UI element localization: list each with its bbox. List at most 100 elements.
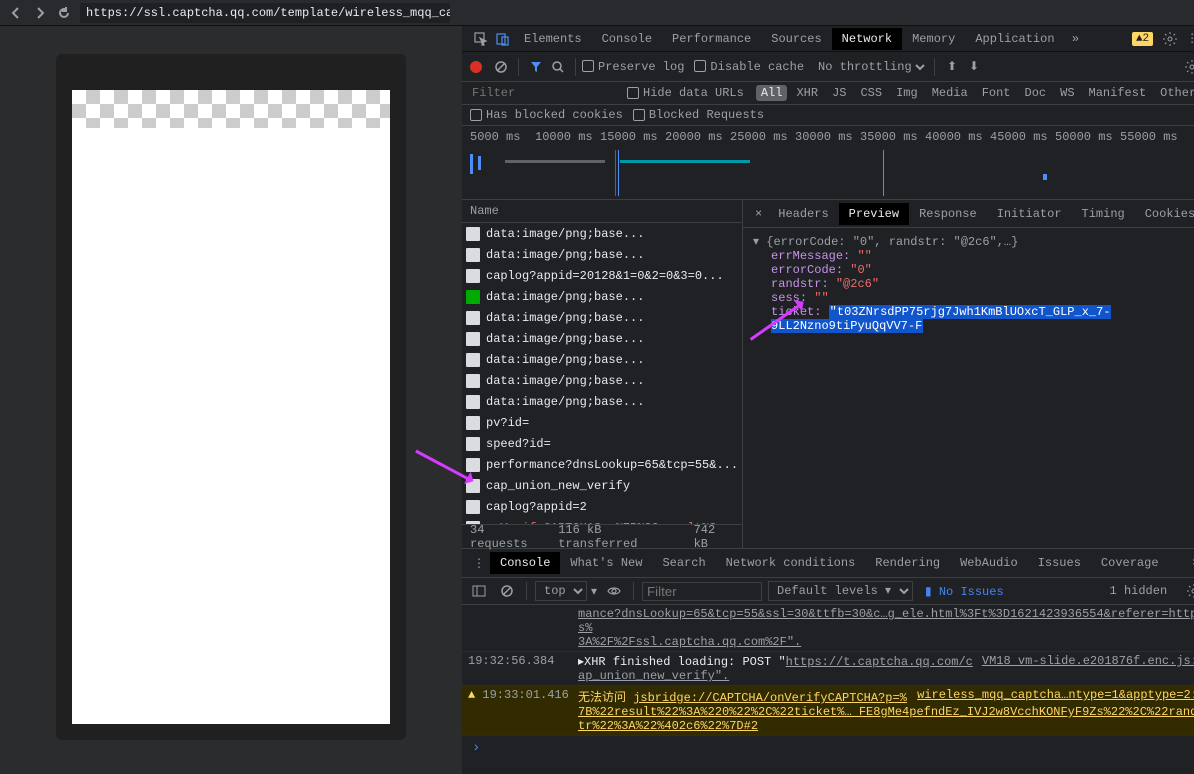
drawer-tab-console[interactable]: Console [490,552,560,574]
file-icon [466,479,480,493]
filter-other[interactable]: Other [1155,85,1194,101]
close-icon[interactable]: × [749,207,768,221]
file-icon [466,290,480,304]
network-timeline[interactable]: 5000 ms 10000 ms 15000 ms 20000 ms 25000… [462,126,1194,200]
warning-badge[interactable]: ▲2 [1132,32,1153,46]
filter-js[interactable]: JS [827,85,851,101]
inspect-icon[interactable] [470,28,492,50]
request-row[interactable]: data:image/png;base... [462,391,742,412]
filter-font[interactable]: Font [977,85,1016,101]
initiator-tab[interactable]: Initiator [987,203,1072,225]
filter-ws[interactable]: WS [1055,85,1079,101]
network-blocked-row: Has blocked cookies Blocked Requests [462,105,1194,126]
request-row[interactable]: performance?dnsLookup=65&tcp=55&... [462,454,742,475]
filter-media[interactable]: Media [927,85,973,101]
request-row[interactable]: data:image/png;base... [462,286,742,307]
request-row[interactable]: caplog?appid=20128&1=0&2=0&3=0... [462,265,742,286]
filter-doc[interactable]: Doc [1020,85,1052,101]
request-list-panel: Name data:image/png;base... data:image/p… [462,200,743,548]
filter-icon[interactable] [525,56,547,78]
console-prompt[interactable]: › [462,736,1194,760]
download-har-icon[interactable]: ⬇ [963,56,985,78]
page-viewport [72,90,390,724]
kebab-icon[interactable]: ⋮ [1181,28,1194,50]
drawer-close-icon[interactable]: × [1186,556,1194,570]
tab-application[interactable]: Application [965,28,1064,50]
context-select[interactable]: top [535,581,587,601]
file-icon [466,269,480,283]
console-sidebar-icon[interactable] [468,580,490,602]
console-log[interactable]: mance?dnsLookup=65&tcp=55&ssl=30&ttfb=30… [462,605,1194,774]
transparent-region [72,90,390,128]
kebab-icon[interactable]: ⋮ [468,552,490,574]
clear-icon[interactable] [490,56,512,78]
drawer-tab-networkconditions[interactable]: Network conditions [716,552,866,574]
tab-sources[interactable]: Sources [761,28,831,50]
console-settings-icon[interactable] [1183,580,1194,602]
request-row[interactable]: data:image/png;base... [462,307,742,328]
preview-tab[interactable]: Preview [839,203,909,225]
record-button[interactable] [470,61,482,73]
filter-manifest[interactable]: Manifest [1084,85,1152,101]
gear-icon[interactable] [1159,28,1181,50]
upload-har-icon[interactable]: ⬆ [941,56,963,78]
response-tab[interactable]: Response [909,203,987,225]
more-tabs-icon[interactable]: » [1065,28,1087,50]
request-row[interactable]: data:image/png;base... [462,328,742,349]
filter-img[interactable]: Img [891,85,923,101]
console-filter-input[interactable] [642,582,762,601]
drawer-tab-webaudio[interactable]: WebAudio [950,552,1028,574]
device-toggle-icon[interactable] [492,28,514,50]
name-column-header[interactable]: Name [462,200,742,223]
request-row[interactable]: data:image/png;base... [462,349,742,370]
timing-tab[interactable]: Timing [1072,203,1135,225]
clear-console-icon[interactable] [496,580,518,602]
log-levels-select[interactable]: Default levels ▾ [768,581,913,601]
tab-network[interactable]: Network [832,28,902,50]
headers-tab[interactable]: Headers [768,203,838,225]
tab-memory[interactable]: Memory [902,28,965,50]
drawer-tab-rendering[interactable]: Rendering [865,552,950,574]
resources-size: 742 kB [694,523,734,551]
drawer-tab-search[interactable]: Search [652,552,715,574]
browser-topbar: https://ssl.captcha.qq.com/template/wire… [0,0,1194,26]
live-expression-icon[interactable] [603,580,625,602]
filter-css[interactable]: CSS [855,85,887,101]
preserve-log-checkbox[interactable]: Preserve log [582,60,684,74]
tick: 40000 ms [925,130,990,144]
blocked-requests-checkbox[interactable]: Blocked Requests [633,108,764,122]
drawer-tab-coverage[interactable]: Coverage [1091,552,1169,574]
filter-all[interactable]: All [756,85,788,101]
request-row[interactable]: caplog?appid=2 [462,496,742,517]
url-bar[interactable]: https://ssl.captcha.qq.com/template/wire… [80,3,450,23]
panel-settings-icon[interactable] [1181,56,1194,78]
request-row[interactable]: pv?id= [462,412,742,433]
tick: 15000 ms [600,130,665,144]
request-row[interactable]: cap_union_new_verify [462,475,742,496]
request-row[interactable]: speed?id= [462,433,742,454]
back-button[interactable] [4,2,28,24]
request-row[interactable]: data:image/png;base... [462,244,742,265]
disable-cache-checkbox[interactable]: Disable cache [694,60,804,74]
network-filter-input[interactable] [470,85,620,101]
cookies-tab[interactable]: Cookies [1135,203,1194,225]
forward-button[interactable] [28,2,52,24]
transferred-size: 116 kB transferred [558,523,679,551]
search-icon[interactable] [547,56,569,78]
drawer-tab-whatsnew[interactable]: What's New [560,552,652,574]
throttling-select[interactable]: No throttling [814,59,928,75]
hide-data-urls-checkbox[interactable]: Hide data URLs [627,86,744,100]
file-icon [466,227,480,241]
tab-console[interactable]: Console [592,28,662,50]
tab-performance[interactable]: Performance [662,28,761,50]
file-icon [466,437,480,451]
blocked-cookies-checkbox[interactable]: Has blocked cookies [470,108,623,122]
request-row[interactable]: data:image/png;base... [462,223,742,244]
filter-xhr[interactable]: XHR [791,85,823,101]
drawer-tab-issues[interactable]: Issues [1028,552,1091,574]
tab-elements[interactable]: Elements [514,28,592,50]
no-issues-link[interactable]: ▮ No Issues [925,584,1004,599]
response-preview[interactable]: ▾ {errorCode: "0", randstr: "@2c6",…} er… [743,228,1194,548]
request-row[interactable]: data:image/png;base... [462,370,742,391]
reload-button[interactable] [52,2,76,24]
